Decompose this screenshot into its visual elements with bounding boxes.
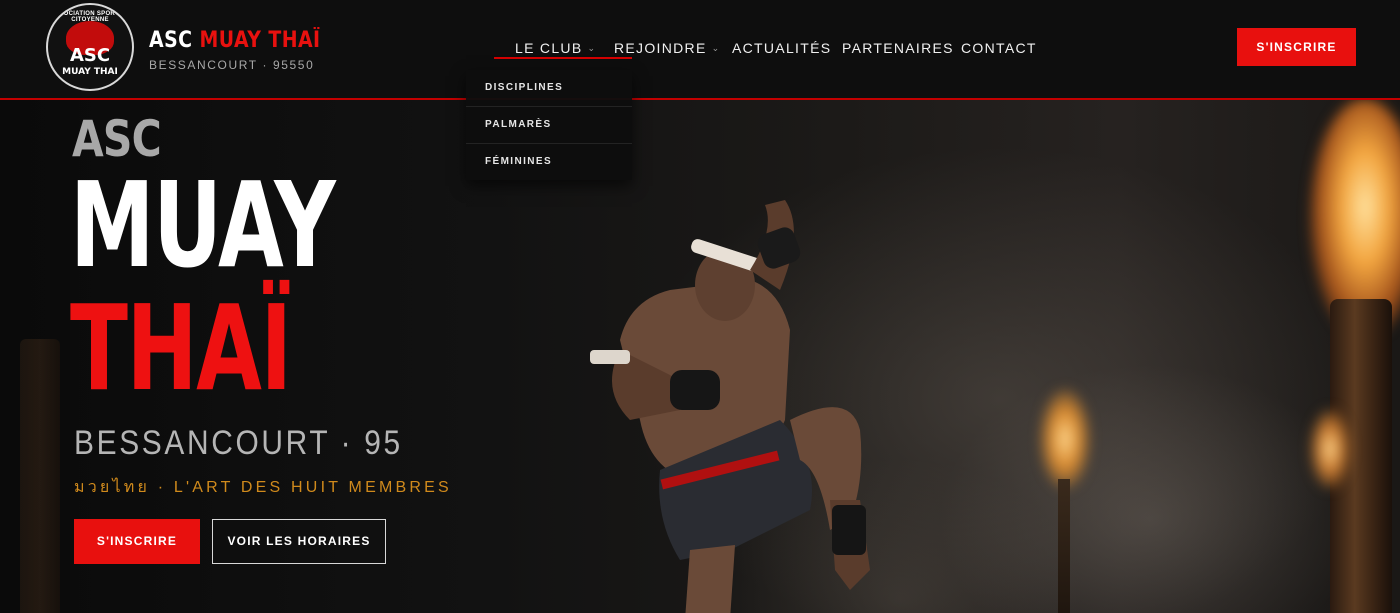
nav-item-contact[interactable]: CONTACT	[961, 40, 1037, 56]
nav-item-label: ACTUALITÉS	[732, 40, 832, 56]
nav-item-label: LE CLUB	[515, 40, 583, 56]
fighter-image	[590, 200, 870, 613]
brand-subtitle: BESSANCOURT · 95550	[149, 58, 315, 72]
view-schedule-button[interactable]: VOIR LES HORAIRES	[212, 519, 386, 564]
site-header: ASSOCIATION SPORTIVE CITOYENNE ASC MUAY …	[0, 0, 1400, 100]
le-club-dropdown-menu: DISCIPLINES PALMARÈS FÉMININES	[466, 70, 632, 180]
hero-signup-button[interactable]: S'INSCRIRE	[74, 519, 200, 564]
dropdown-item-disciplines[interactable]: DISCIPLINES	[466, 70, 632, 107]
brand-title[interactable]: ASC MUAY THAÏ	[149, 28, 321, 53]
torch-flame-middle	[1040, 389, 1090, 489]
chevron-down-icon: ⌄	[711, 43, 721, 53]
torch-pole-middle	[1058, 479, 1070, 613]
header-signup-button[interactable]: S'INSCRIRE	[1237, 28, 1356, 66]
torch-pole-left	[20, 339, 60, 613]
nav-item-label: CONTACT	[961, 40, 1037, 56]
nav-item-le-club[interactable]: LE CLUB ⌄	[515, 40, 596, 56]
logo-main-text: ASC	[69, 45, 111, 66]
hero-title-muay: MUAY	[70, 156, 336, 294]
dropdown-item-palmares[interactable]: PALMARÈS	[466, 107, 632, 144]
logo-sub-text: MUAY THAI	[62, 67, 118, 77]
nav-item-label: PARTENAIRES	[842, 40, 954, 56]
nav-active-indicator	[494, 57, 632, 59]
chevron-down-icon: ⌄	[587, 43, 597, 53]
torch-flame-far	[1310, 409, 1350, 489]
brand-title-white: ASC	[149, 28, 193, 53]
nav-item-partenaires[interactable]: PARTENAIRES	[842, 40, 954, 56]
dropdown-item-feminines[interactable]: FÉMININES	[466, 144, 632, 181]
nav-item-label: REJOINDRE	[614, 40, 707, 56]
club-logo[interactable]: ASSOCIATION SPORTIVE CITOYENNE ASC MUAY …	[46, 3, 134, 91]
nav-item-rejoindre[interactable]: REJOINDRE ⌄	[614, 40, 720, 56]
hero-location: BESSANCOURT · 95	[74, 424, 403, 462]
hero-tagline: มวยไทย · L'ART DES HUIT MEMBRES	[74, 479, 452, 496]
hero-title-thai: THAÏ	[70, 279, 292, 417]
nav-item-actualites[interactable]: ACTUALITÉS	[732, 40, 831, 56]
brand-title-red: MUAY THAÏ	[199, 28, 321, 53]
page: ASSOCIATION SPORTIVE CITOYENNE ASC MUAY …	[0, 0, 1400, 613]
